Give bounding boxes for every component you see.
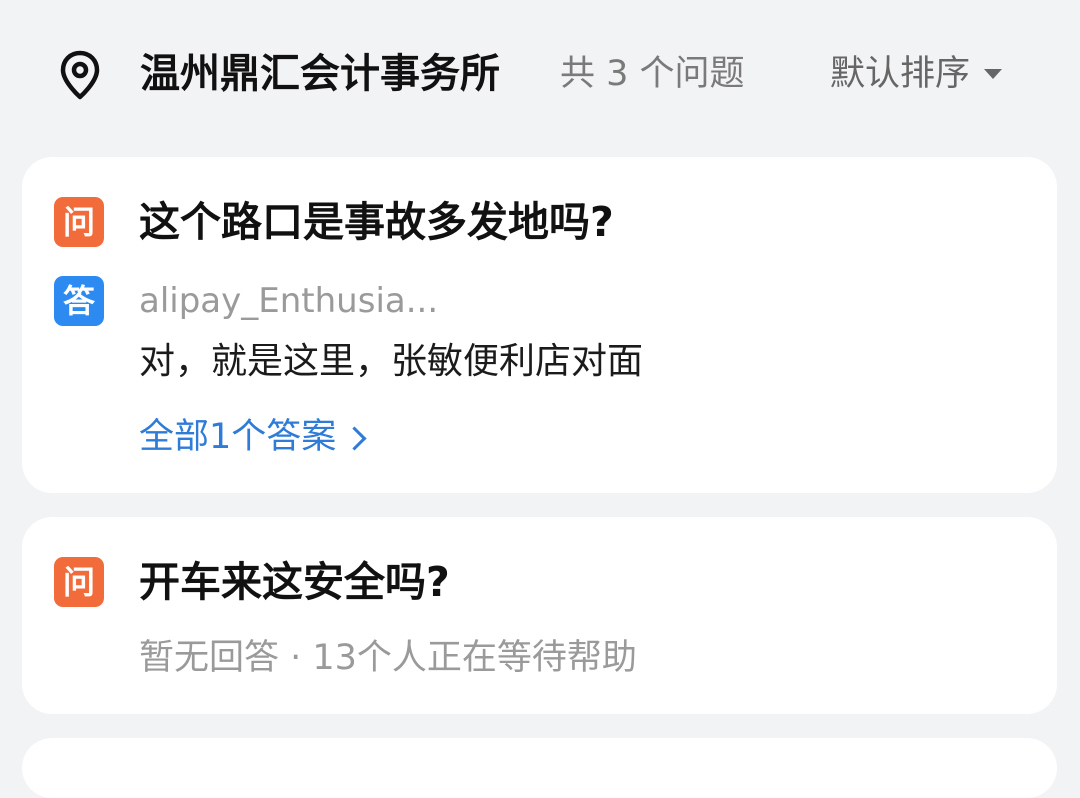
answer-text: 对，就是这里，张敏便利店对面 (139, 341, 644, 382)
caret-down-icon (984, 69, 1003, 79)
all-answers-link[interactable]: 全部1个答案 (139, 413, 367, 461)
question-card-partial (22, 738, 1057, 798)
sort-label: 默认排序 (830, 54, 971, 94)
chevron-right-icon (342, 425, 367, 451)
question-count: 共 3 个问题 (560, 54, 745, 94)
all-answers-label: 全部1个答案 (139, 417, 337, 457)
question-card[interactable]: 问 这个路口是事故多发地吗? 答 alipay_Enthusia... 对，就是… (22, 157, 1057, 493)
question-title[interactable]: 这个路口是事故多发地吗? (139, 195, 614, 249)
question-title[interactable]: 开车来这安全吗? (139, 555, 450, 609)
question-badge: 问 (54, 197, 104, 247)
sort-dropdown[interactable]: 默认排序 (830, 50, 1003, 98)
answer-user-name[interactable]: alipay_Enthusia... (139, 278, 438, 324)
page-header: 温州鼎汇会计事务所 共 3 个问题 默认排序 (0, 0, 1080, 150)
map-pin-icon (60, 50, 100, 100)
question-badge: 问 (54, 557, 104, 607)
answer-badge: 答 (54, 276, 104, 326)
no-answer-status: 暂无回答 · 13个人正在等待帮助 (139, 638, 637, 678)
question-card[interactable]: 问 开车来这安全吗? 暂无回答 · 13个人正在等待帮助 (22, 517, 1057, 714)
place-name: 温州鼎汇会计事务所 (140, 51, 500, 97)
